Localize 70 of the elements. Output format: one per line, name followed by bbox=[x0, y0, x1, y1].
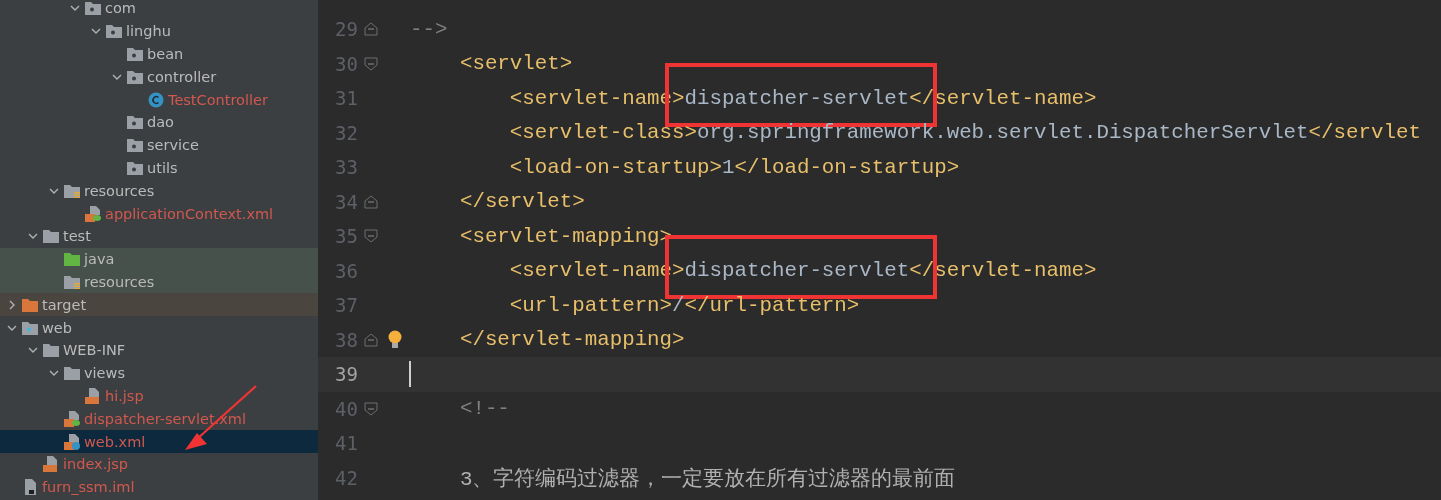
class-icon bbox=[148, 91, 164, 108]
folder-icon bbox=[43, 229, 59, 244]
tree-item[interactable]: resources bbox=[0, 179, 318, 203]
line-number: 38 bbox=[334, 328, 358, 351]
text-cursor bbox=[409, 361, 411, 388]
line-number: 29 bbox=[334, 18, 358, 41]
code-line: <servlet-class>org.springframework.web.servlet.DispatcherServlet</servlet bbox=[508, 121, 1421, 145]
code-line: <url-pattern>/</url-pattern> bbox=[508, 293, 860, 317]
tree-item[interactable]: com bbox=[0, 0, 318, 20]
tree-item[interactable]: test bbox=[0, 224, 318, 248]
folder-icon bbox=[22, 297, 38, 312]
folder-icon bbox=[127, 138, 143, 153]
line-number: 30 bbox=[334, 52, 358, 75]
folder-icon bbox=[127, 115, 143, 130]
fold-marker-icon[interactable] bbox=[364, 56, 378, 71]
jsp-file-icon bbox=[43, 456, 59, 473]
module-file-icon bbox=[22, 479, 38, 496]
jsp-file-icon bbox=[85, 387, 101, 404]
fold-marker-icon[interactable] bbox=[364, 22, 378, 37]
folder-icon bbox=[64, 366, 80, 381]
tree-item[interactable]: utils bbox=[0, 156, 318, 180]
tree-item[interactable]: target bbox=[0, 293, 318, 317]
line-number: 31 bbox=[334, 87, 358, 110]
line-number: 42 bbox=[334, 466, 358, 489]
folder-icon bbox=[64, 252, 80, 267]
line-number: 34 bbox=[334, 190, 358, 213]
line-number: 35 bbox=[334, 225, 358, 248]
code-line: </servlet-mapping> bbox=[458, 328, 685, 352]
code-line: </servlet> bbox=[458, 190, 585, 214]
line-number: 40 bbox=[334, 397, 358, 420]
folder-icon bbox=[127, 69, 143, 84]
tree-item[interactable]: controller bbox=[0, 65, 318, 89]
xml-leaf-icon bbox=[64, 410, 80, 427]
tree-item[interactable]: web bbox=[0, 316, 318, 339]
folder-icon bbox=[43, 343, 59, 358]
line-number: 39 bbox=[334, 363, 358, 386]
line-number: 33 bbox=[334, 156, 358, 179]
chevron-icon[interactable] bbox=[7, 299, 17, 310]
fold-marker-icon[interactable] bbox=[364, 229, 378, 244]
folder-icon bbox=[64, 274, 80, 289]
line-number: 32 bbox=[334, 121, 358, 144]
folder-icon bbox=[127, 160, 143, 175]
line-number: 36 bbox=[334, 259, 358, 282]
code-line: <!-- bbox=[458, 397, 510, 421]
folder-icon bbox=[106, 24, 122, 39]
fold-marker-icon[interactable] bbox=[364, 401, 378, 416]
folder-icon bbox=[22, 320, 38, 335]
lightbulb-icon[interactable] bbox=[388, 329, 402, 350]
tree-item[interactable]: WEB-INF bbox=[0, 338, 318, 362]
fold-marker-icon[interactable] bbox=[364, 332, 378, 347]
tree-item[interactable]: service bbox=[0, 133, 318, 157]
tree-item[interactable]: views bbox=[0, 361, 318, 385]
tree-item[interactable]: web.xml bbox=[0, 430, 318, 453]
tree-item[interactable]: java bbox=[0, 247, 318, 271]
line-number: 41 bbox=[334, 432, 358, 455]
tree-item[interactable]: linghu bbox=[0, 19, 318, 43]
tree-item[interactable]: dao bbox=[0, 111, 318, 134]
code-line: <load-on-startup>1</load-on-startup> bbox=[508, 155, 960, 179]
tree-item[interactable]: resources bbox=[0, 270, 318, 294]
code-line: 3、字符编码过滤器，一定要放在所有过滤器的最前面 bbox=[458, 467, 956, 491]
folder-icon bbox=[127, 47, 143, 61]
code-line: <servlet-mapping> bbox=[458, 224, 673, 248]
tree-item[interactable]: bean bbox=[0, 42, 318, 66]
code-line: --> bbox=[410, 17, 448, 41]
code-line: <servlet> bbox=[458, 52, 573, 76]
xml-globe-icon bbox=[64, 433, 80, 450]
fold-marker-icon[interactable] bbox=[364, 194, 378, 209]
folder-icon bbox=[64, 183, 80, 198]
xml-leaf-icon bbox=[85, 205, 101, 222]
line-number: 37 bbox=[334, 294, 358, 317]
